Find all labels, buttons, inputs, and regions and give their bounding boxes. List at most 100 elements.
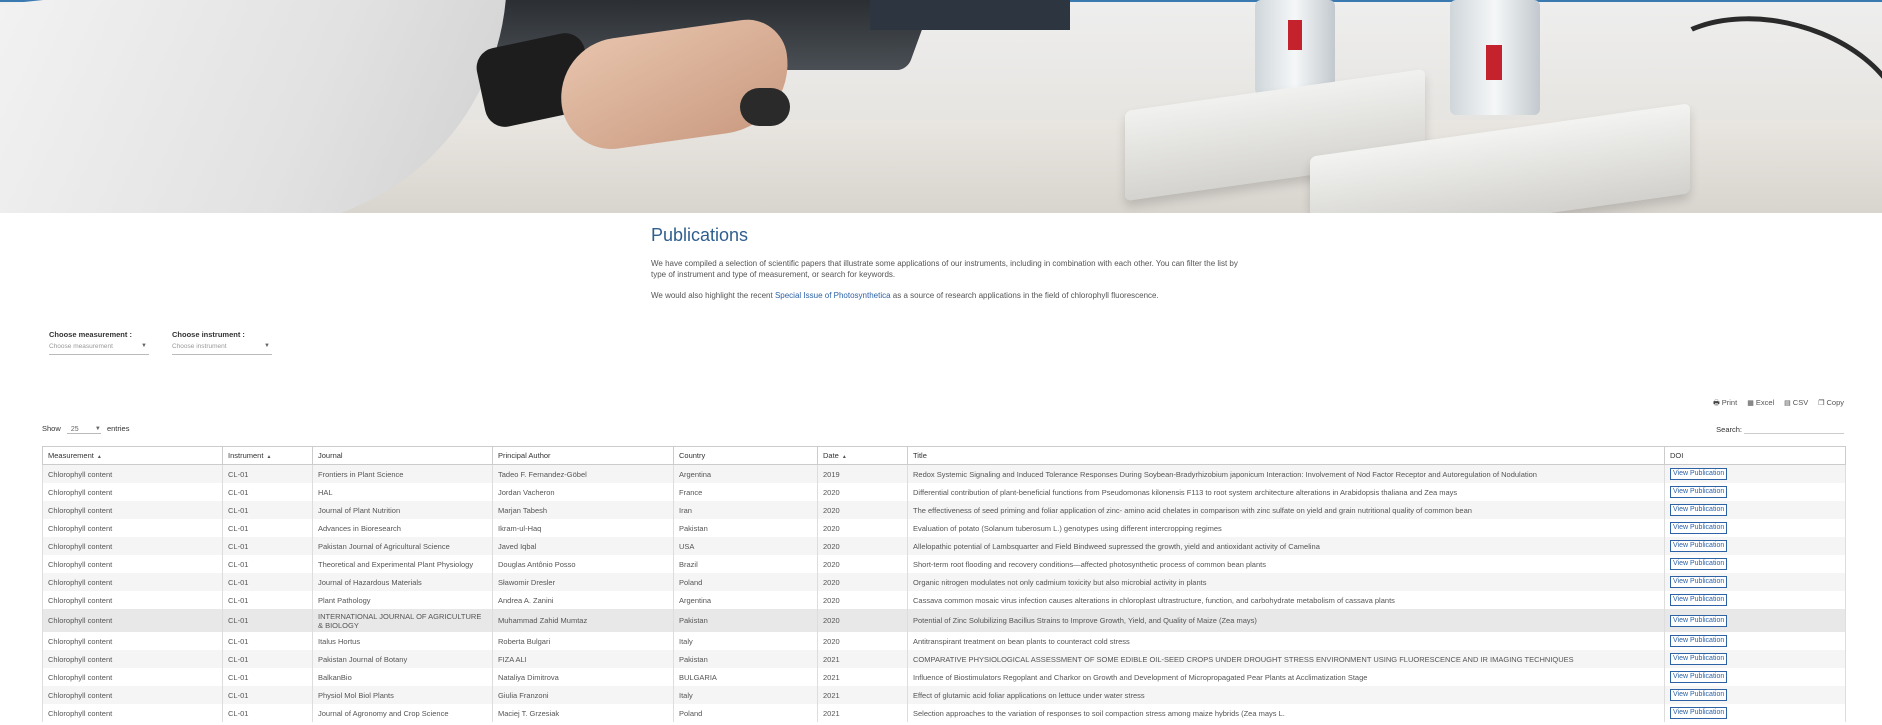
cell-doi: View Publication <box>1664 501 1846 519</box>
cell-instrument: CL-01 <box>222 483 313 501</box>
intro-text-before-link: We would also highlight the recent <box>651 291 775 300</box>
cell-doi: View Publication <box>1664 704 1846 722</box>
column-header-date[interactable]: Date ▲ <box>817 446 908 465</box>
cell-author: Jordan Vacheron <box>492 483 674 501</box>
view-publication-button[interactable]: View Publication <box>1670 689 1728 701</box>
cell-journal: Italus Hortus <box>312 632 493 650</box>
column-header-principal-author[interactable]: Principal Author <box>492 446 674 465</box>
view-publication-button[interactable]: View Publication <box>1670 707 1728 719</box>
view-publication-button[interactable]: View Publication <box>1670 671 1728 683</box>
cell-title: Potential of Zinc Solubilizing Bacillus … <box>907 609 1665 632</box>
cell-instrument: CL-01 <box>222 704 313 722</box>
cell-title: Antitranspirant treatment on bean plants… <box>907 632 1665 650</box>
cell-date: 2020 <box>817 555 908 573</box>
cell-instrument: CL-01 <box>222 609 313 632</box>
view-publication-button[interactable]: View Publication <box>1670 558 1728 570</box>
search-label: Search: <box>1716 425 1742 434</box>
view-publication-button[interactable]: View Publication <box>1670 635 1728 647</box>
cell-journal: BalkanBio <box>312 668 493 686</box>
table-header-row: Measurement ▲ Instrument ▲ Journal Princip… <box>42 446 1846 465</box>
cell-country: Pakistan <box>673 650 818 668</box>
cell-country: Brazil <box>673 555 818 573</box>
intro-paragraph-1: We have compiled a selection of scientif… <box>651 259 1238 279</box>
view-publication-button[interactable]: View Publication <box>1670 594 1728 606</box>
cell-date: 2020 <box>817 573 908 591</box>
cell-doi: View Publication <box>1664 609 1846 632</box>
page-length-select[interactable]: 25 ▼ <box>66 426 101 434</box>
cell-instrument: CL-01 <box>222 555 313 573</box>
header-label: DOI <box>1670 451 1684 460</box>
view-publication-button[interactable]: View Publication <box>1670 576 1728 588</box>
view-publication-button[interactable]: View Publication <box>1670 468 1728 480</box>
cell-instrument: CL-01 <box>222 519 313 537</box>
cell-date: 2021 <box>817 704 908 722</box>
view-publication-button[interactable]: View Publication <box>1670 540 1728 552</box>
instrument-select[interactable]: Choose instrument ▼ <box>172 343 272 355</box>
cell-instrument: CL-01 <box>222 686 313 704</box>
red-sample-1 <box>1288 20 1302 50</box>
table-row: Chlorophyll content CL-01 Theoretical and … <box>42 555 1846 573</box>
cell-author: Giulia Franzoni <box>492 686 674 704</box>
measurement-select-placeholder: Choose measurement <box>49 343 113 350</box>
table-row: Chlorophyll content CL-01 Journal of Agron… <box>42 704 1846 722</box>
cell-instrument: CL-01 <box>222 632 313 650</box>
column-header-country[interactable]: Country <box>673 446 818 465</box>
header-label: Title <box>913 451 927 460</box>
cell-title: Short-term root flooding and recovery co… <box>907 555 1665 573</box>
cell-measurement: Chlorophyll content <box>42 537 223 555</box>
show-label: Show <box>42 424 61 433</box>
special-issue-link[interactable]: Special Issue of Photosynthetica <box>775 291 891 300</box>
cell-measurement: Chlorophyll content <box>42 668 223 686</box>
cell-date: 2020 <box>817 519 908 537</box>
cell-title: Influence of Biostimulators Regoplant an… <box>907 668 1665 686</box>
cell-measurement: Chlorophyll content <box>42 632 223 650</box>
view-publication-button[interactable]: View Publication <box>1670 504 1728 516</box>
search-input[interactable] <box>1744 423 1844 434</box>
cell-date: 2020 <box>817 609 908 632</box>
table-row: Chlorophyll content CL-01 Physiol Mol Biol… <box>42 686 1846 704</box>
cell-author: Maciej T. Grzesiak <box>492 704 674 722</box>
copy-button[interactable]: ❐ Copy <box>1818 398 1844 410</box>
print-button[interactable]: 🖶 Print <box>1713 398 1737 410</box>
cell-title: Differential contribution of plant-benef… <box>907 483 1665 501</box>
measurement-select[interactable]: Choose measurement ▼ <box>49 343 149 355</box>
header-label: Instrument <box>228 451 264 460</box>
excel-button[interactable]: ▦ Excel <box>1747 398 1774 410</box>
chevron-down-icon: ▼ <box>141 343 147 349</box>
view-publication-button[interactable]: View Publication <box>1670 486 1728 498</box>
cell-country: Poland <box>673 704 818 722</box>
print-label: Print <box>1721 398 1738 407</box>
cell-instrument: CL-01 <box>222 573 313 591</box>
cell-doi: View Publication <box>1664 483 1846 501</box>
cell-journal: Frontiers in Plant Science <box>312 464 493 483</box>
publications-table: Measurement ▲ Instrument ▲ Journal Princip… <box>42 446 1846 722</box>
instrument-filter: Choose instrument : Choose instrument ▼ <box>172 330 274 355</box>
column-header-doi[interactable]: DOI <box>1664 446 1846 465</box>
cell-doi: View Publication <box>1664 464 1846 483</box>
table-row: Chlorophyll content CL-01 Pakistan Journal… <box>42 650 1846 668</box>
cell-measurement: Chlorophyll content <box>42 483 223 501</box>
cell-country: Argentina <box>673 591 818 609</box>
table-row: Chlorophyll content CL-01 Italus Hortus Rob… <box>42 632 1846 650</box>
spreadsheet-icon: ▦ <box>1747 400 1754 407</box>
header-label: Journal <box>318 451 343 460</box>
csv-button[interactable]: ▤ CSV <box>1784 398 1808 410</box>
intro-section: Publications We have compiled a selectio… <box>651 225 1241 311</box>
instrument-filter-label: Choose instrument : <box>172 330 245 339</box>
cell-instrument: CL-01 <box>222 591 313 609</box>
view-publication-button[interactable]: View Publication <box>1670 653 1728 665</box>
column-header-journal[interactable]: Journal <box>312 446 493 465</box>
view-publication-button[interactable]: View Publication <box>1670 522 1728 534</box>
view-publication-button[interactable]: View Publication <box>1670 614 1728 627</box>
hero-banner-image <box>0 0 1882 213</box>
column-header-instrument[interactable]: Instrument ▲ <box>222 446 313 465</box>
chevron-down-icon: ▼ <box>264 343 270 349</box>
entries-label: entries <box>106 424 130 433</box>
cell-date: 2021 <box>817 686 908 704</box>
cell-country: Poland <box>673 573 818 591</box>
cell-date: 2020 <box>817 537 908 555</box>
cell-author: Javed Iqbal <box>492 537 674 555</box>
column-header-title[interactable]: Title <box>907 446 1665 465</box>
table-row: Chlorophyll content CL-01 Pakistan Journal… <box>42 537 1846 555</box>
column-header-measurement[interactable]: Measurement ▲ <box>42 446 223 465</box>
